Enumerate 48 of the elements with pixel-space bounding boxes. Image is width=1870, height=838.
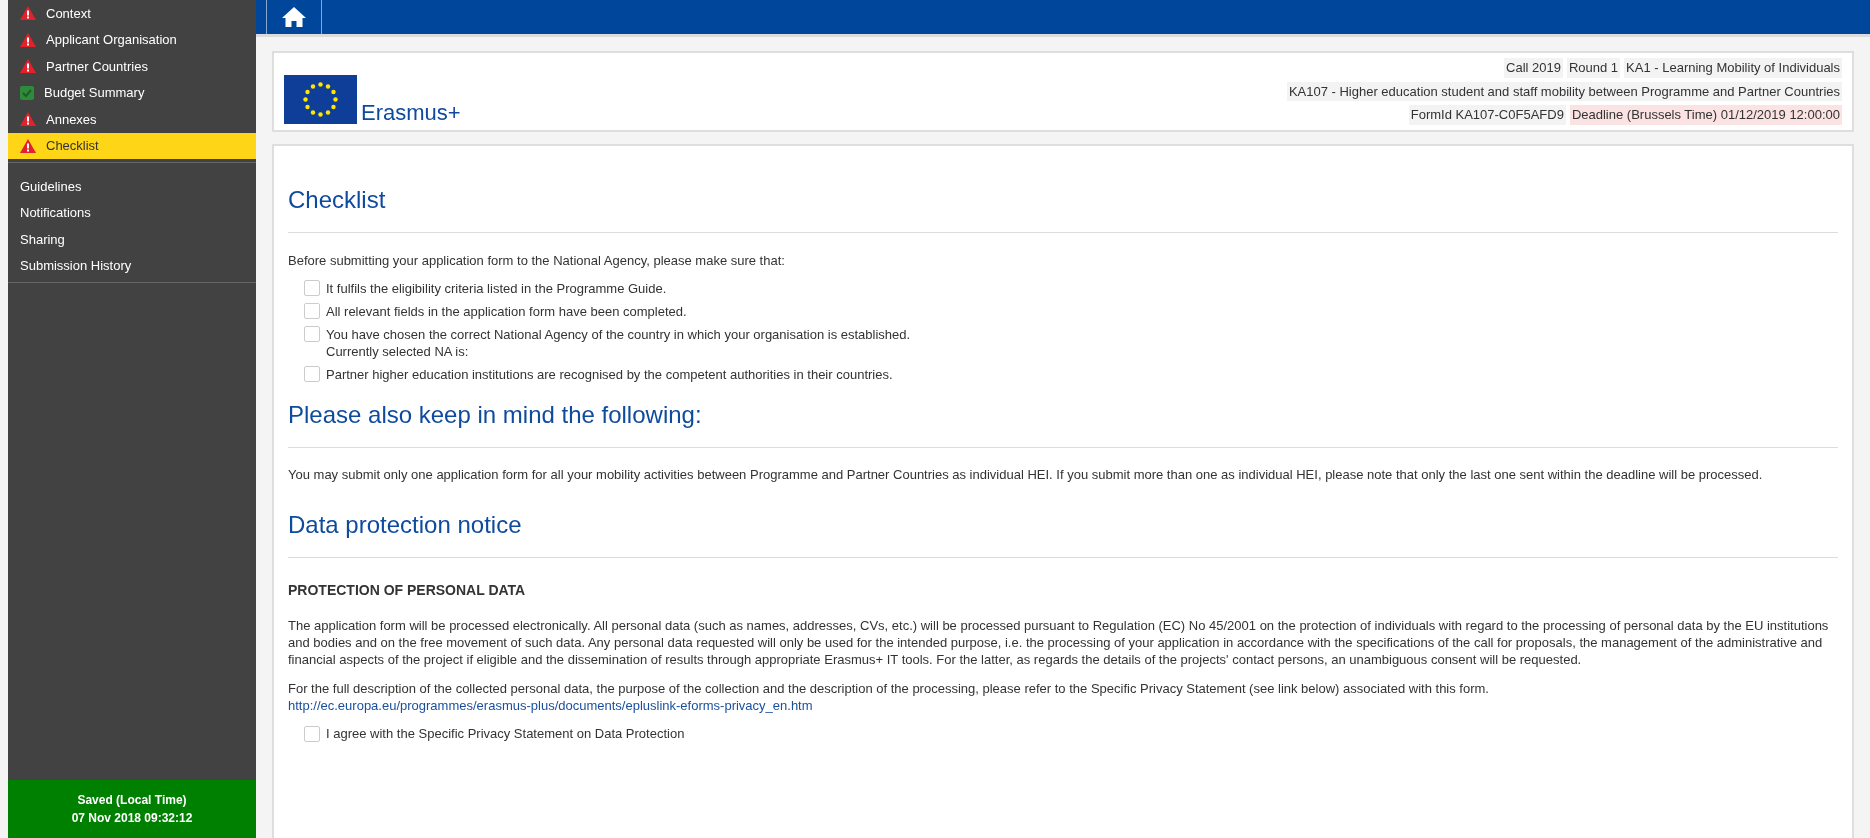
warning-icon — [20, 6, 36, 21]
warning-icon — [20, 138, 36, 153]
nav-link[interactable]: Sharing — [8, 226, 256, 253]
checkbox[interactable] — [304, 280, 320, 296]
section-heading: Data protection notice — [288, 510, 523, 540]
nav-item[interactable]: Applicant Organisation — [8, 26, 256, 53]
eu-flag-icon — [284, 74, 357, 124]
subheading: PROTECTION OF PERSONAL DATA — [288, 581, 527, 600]
data-protection-text: The application form will be processed electronically. All personal data (such as names, addresses, CVs, etc.) will be processed pursuant to Regulation (EC) No 45/2001 on the protection of individuals with regard to the processing of personal data by the EU institutions and bodies and on the free movement of such data. Any personal data requested will only be used for the intended purpose, i.e. the processing of your application in accordance with the specifications of the call for proposals, the management of the administrative and financial aspects of the project if eligible and the dissemination of results through appropriate Erasmus+ IT tools. For the latter, as regards the details of the projects' contact persons, an unambiguous consent will be requested. — [288, 617, 1830, 668]
checkbox[interactable] — [304, 303, 320, 319]
checkbox[interactable] — [304, 326, 320, 342]
nav-item[interactable]: Partner Countries — [8, 53, 256, 80]
section-heading: Checklist — [288, 184, 387, 215]
reminder-text: You may submit only one application form for all your mobility activities between Programme and Partner Countries as individual HEI. If you submit more than one as individual HEI, please note that only the last one sent within the deadline will be processed. — [288, 466, 1764, 483]
checkbox[interactable] — [304, 725, 320, 742]
saved-label: Saved (Local Time) — [76, 792, 188, 809]
privacy-link[interactable]: http://ec.europa.eu/programmes/erasmus-plus/documents/epluslink-eforms-privacy_en.htm — [288, 698, 813, 713]
reference-text: For the full description of the collected personal data, the purpose of the collection and the description of the processing, please refer to the Specific Privacy Statement (see link below) associated with this form. — [288, 681, 1489, 696]
warning-icon — [20, 112, 36, 127]
saved-time: 07 Nov 2018 09:32:12 — [70, 810, 194, 827]
nav-link[interactable]: Guidelines — [8, 173, 256, 200]
nav-item[interactable]: Checklist — [8, 132, 256, 159]
nav-link[interactable]: Notifications — [8, 199, 256, 226]
info-tag: KA1 - Learning Mobility of Individuals — [1624, 58, 1842, 78]
nav-item[interactable]: Context — [8, 0, 256, 27]
agree-text: I agree with the Specific Privacy Statement on Data Protection — [326, 725, 685, 743]
section-heading: Please also keep in mind the following: — [288, 400, 703, 430]
home-icon — [281, 6, 307, 28]
checkbox[interactable] — [304, 366, 320, 382]
warning-icon — [20, 59, 36, 74]
intro-text: Before submitting your application form to the National Agency, please make sure that: — [288, 251, 786, 270]
nav-item[interactable]: Budget Summary — [8, 79, 256, 106]
nav-link[interactable]: Submission History — [8, 252, 256, 279]
info-tag: Call 2019 — [1504, 58, 1563, 78]
checklist-text: Partner higher education institutions are recognised by the competent authorities in their countries. — [326, 366, 893, 383]
checklist-text: All relevant fields in the application form have been completed. — [326, 303, 687, 320]
deadline-tag: Deadline (Brussels Time) 01/12/2019 12:00:00 — [1569, 105, 1842, 125]
info-tag: FormId KA107-C0F5AFD9 — [1408, 105, 1566, 125]
warning-icon — [20, 32, 36, 47]
info-tag: KA107 - Higher education student and staff mobility between Programme and Partner Countries — [1286, 81, 1842, 101]
logo-text: Erasmus+ — [361, 101, 461, 124]
checklist-text: You have chosen the correct National Agency of the country in which your organisation is established. — [326, 326, 911, 343]
checklist-note: Currently selected NA is: — [326, 343, 470, 360]
nav-item[interactable]: Annexes — [8, 106, 256, 133]
check-icon — [20, 85, 34, 100]
info-tag: Round 1 — [1566, 58, 1621, 78]
home-button[interactable] — [266, 0, 322, 34]
checklist-text: It fulfils the eligibility criteria listed in the Programme Guide. — [326, 280, 667, 297]
